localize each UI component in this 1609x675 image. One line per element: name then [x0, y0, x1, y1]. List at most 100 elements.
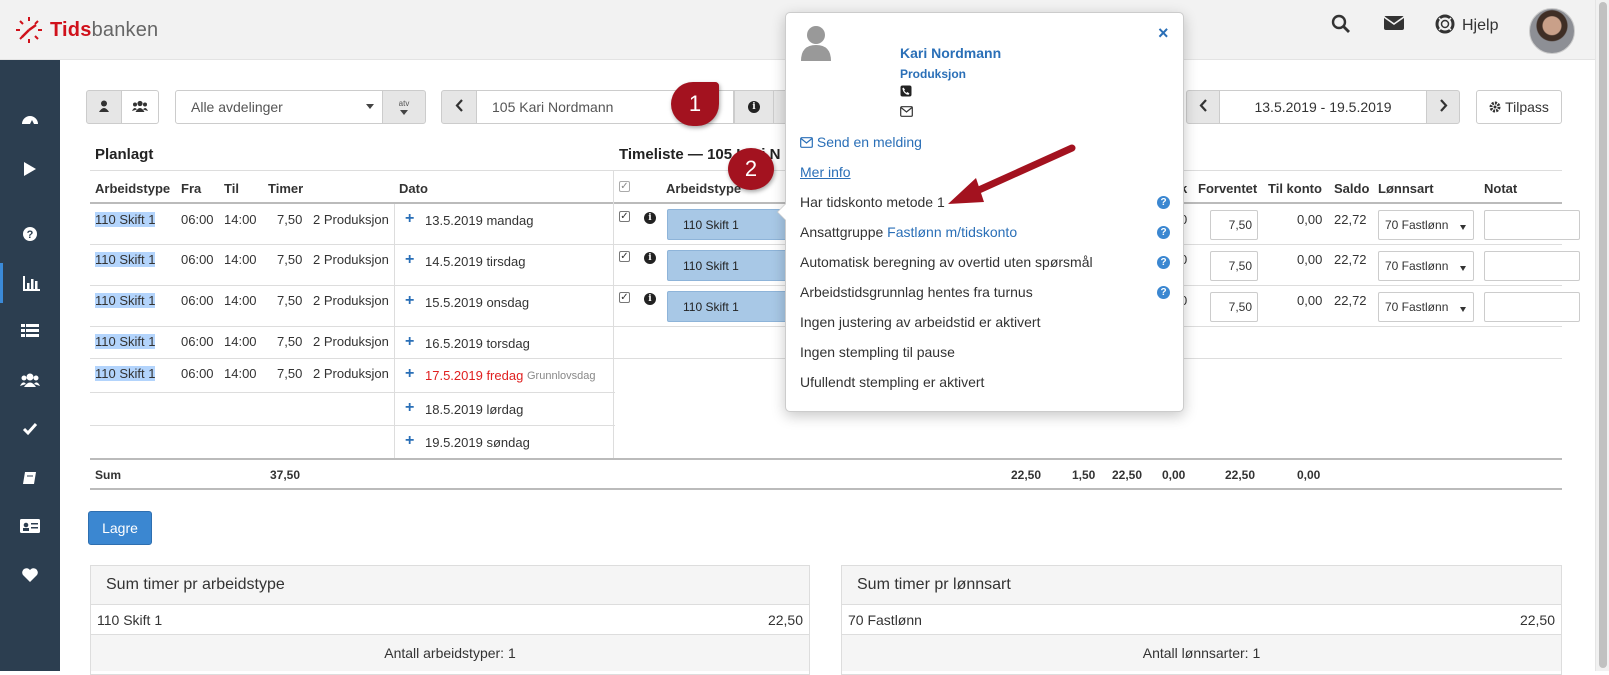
check-icon[interactable] [0, 409, 60, 449]
worktype-chip[interactable]: 110 Skift 1 [667, 291, 791, 322]
info-line-text: Ansattgruppe [800, 224, 888, 240]
question-icon[interactable]: ? [0, 214, 60, 254]
help-icon[interactable]: ? [1157, 286, 1170, 299]
date-range-value: 13.5.2019 - 19.5.2019 [1254, 99, 1392, 115]
play-icon[interactable] [0, 149, 60, 189]
sum-value: 22,50 [1112, 468, 1143, 482]
col-lonnsart: Lønnsart [1378, 181, 1434, 196]
wage-type-value: 70 Fastlønn [1385, 218, 1449, 232]
envelope-icon[interactable] [900, 105, 913, 120]
list-icon[interactable] [0, 311, 60, 351]
col-fra: Fra [181, 181, 202, 196]
planned-row-hours: 7,50 [277, 334, 303, 349]
planned-row-date: 15.5.2019 onsdag [425, 295, 530, 310]
col-saldo: Saldo [1334, 181, 1370, 196]
col-til: Til [224, 181, 239, 196]
dashboard-icon[interactable] [0, 100, 60, 140]
wage-type-select[interactable]: 70 Fastlønn [1378, 210, 1474, 240]
to-account-value: 0,00 [1297, 212, 1323, 227]
page-scrollbar[interactable] [1595, 0, 1609, 671]
heart-icon[interactable] [0, 555, 60, 595]
note-input[interactable] [1484, 210, 1580, 240]
book-icon[interactable] [0, 458, 60, 498]
worktype-chip[interactable]: 110 Skift 1 [667, 250, 791, 281]
single-user-toggle[interactable] [86, 90, 122, 124]
department-select[interactable]: Alle avdelinger [175, 90, 383, 124]
popover-employee-name[interactable]: Kari Nordmann [900, 45, 1001, 61]
planned-row-from: 06:00 [181, 252, 214, 267]
brand-logo[interactable]: Tidsbanken [14, 15, 158, 45]
chevron-down-icon [366, 104, 374, 109]
add-icon[interactable]: + [405, 292, 414, 310]
employee-value: 105 Kari Nordmann [492, 99, 614, 115]
select-all-checkbox[interactable]: ✓ [619, 181, 630, 192]
planned-row-type[interactable]: 110 Skift 1 [95, 334, 156, 349]
date-range-field[interactable]: 13.5.2019 - 19.5.2019 [1219, 90, 1427, 124]
employee-info-button[interactable]: i [734, 90, 774, 124]
planned-row-dept: 2 Produksjon [313, 212, 389, 227]
prev-week-button[interactable] [1186, 90, 1220, 124]
planned-row-date: 14.5.2019 tirsdag [425, 254, 526, 269]
group-toggle[interactable] [121, 90, 159, 124]
sum-by-wagetype-panel: Sum timer pr lønnsart 70 Fastlønn 22,50 … [841, 565, 1562, 675]
save-button[interactable]: Lagre [88, 511, 152, 545]
id-card-icon[interactable] [0, 506, 60, 546]
help-label: Hjelp [1462, 16, 1499, 34]
add-icon[interactable]: + [405, 365, 414, 383]
info-line: Ansattgruppe Fastlønn m/tidskonto [800, 224, 1017, 240]
planned-row-hours: 7,50 [277, 252, 303, 267]
search-icon[interactable] [1331, 14, 1351, 34]
panel-row: 110 Skift 1 22,50 [91, 605, 809, 635]
info-icon[interactable]: i [644, 212, 656, 224]
help-icon[interactable]: ? [1157, 196, 1170, 209]
expected-input[interactable]: 7,50 [1210, 210, 1258, 240]
planned-row-date: 18.5.2019 lørdag [425, 402, 524, 417]
expected-input[interactable]: 7,50 [1210, 251, 1258, 281]
planned-row-to: 14:00 [224, 212, 257, 227]
next-week-button[interactable] [1426, 90, 1460, 124]
note-input[interactable] [1484, 251, 1580, 281]
close-icon[interactable]: × [1158, 23, 1169, 44]
planned-row-type[interactable]: 110 Skift 1 [95, 293, 156, 308]
help-link[interactable]: Hjelp [1435, 14, 1498, 37]
wage-type-select[interactable]: 70 Fastlønn [1378, 251, 1474, 281]
planned-row-to: 14:00 [224, 293, 257, 308]
bar-chart-icon[interactable] [0, 263, 60, 303]
help-icon[interactable]: ? [1157, 256, 1170, 269]
col-notat: Notat [1484, 181, 1518, 196]
planned-row-type[interactable]: 110 Skift 1 [95, 252, 156, 267]
row-checkbox[interactable]: ✓ [619, 251, 630, 262]
note-input[interactable] [1484, 292, 1580, 322]
employee-group-link[interactable]: Fastlønn m/tidskonto [887, 224, 1017, 240]
row-checkbox[interactable]: ✓ [619, 211, 630, 222]
envelope-icon[interactable] [1383, 14, 1405, 32]
customize-button[interactable]: Tilpass [1476, 90, 1562, 124]
wage-type-select[interactable]: 70 Fastlønn [1378, 292, 1474, 322]
worktype-chip[interactable]: 110 Skift 1 [667, 209, 791, 240]
add-icon[interactable]: + [405, 333, 414, 351]
phone-icon[interactable] [900, 85, 912, 100]
more-info-link[interactable]: Mer info [800, 164, 851, 180]
scrollbar-thumb[interactable] [1599, 2, 1607, 668]
add-icon[interactable]: + [405, 251, 414, 269]
sum-value: 22,50 [1225, 468, 1256, 482]
add-icon[interactable]: + [405, 432, 414, 450]
planned-row-hours: 7,50 [277, 212, 303, 227]
info-icon[interactable]: i [644, 293, 656, 305]
planned-row-type[interactable]: 110 Skift 1 [95, 212, 156, 227]
row-divider [90, 425, 615, 426]
prev-employee-button[interactable] [441, 90, 477, 124]
expected-input[interactable]: 7,50 [1210, 292, 1258, 322]
users-icon[interactable] [0, 360, 60, 400]
add-icon[interactable]: + [405, 399, 414, 417]
add-icon[interactable]: + [405, 210, 414, 228]
info-icon[interactable]: i [644, 252, 656, 264]
help-icon[interactable]: ? [1157, 226, 1170, 239]
planned-row-type[interactable]: 110 Skift 1 [95, 366, 156, 381]
row-checkbox[interactable]: ✓ [619, 292, 630, 303]
user-avatar[interactable] [1529, 8, 1575, 54]
annotation-badge-1: 1 [671, 82, 719, 126]
send-message-link[interactable]: Send en melding [800, 134, 922, 151]
planned-row-dept: 2 Produksjon [313, 293, 389, 308]
atv-filter-button[interactable]: atv [382, 90, 426, 124]
